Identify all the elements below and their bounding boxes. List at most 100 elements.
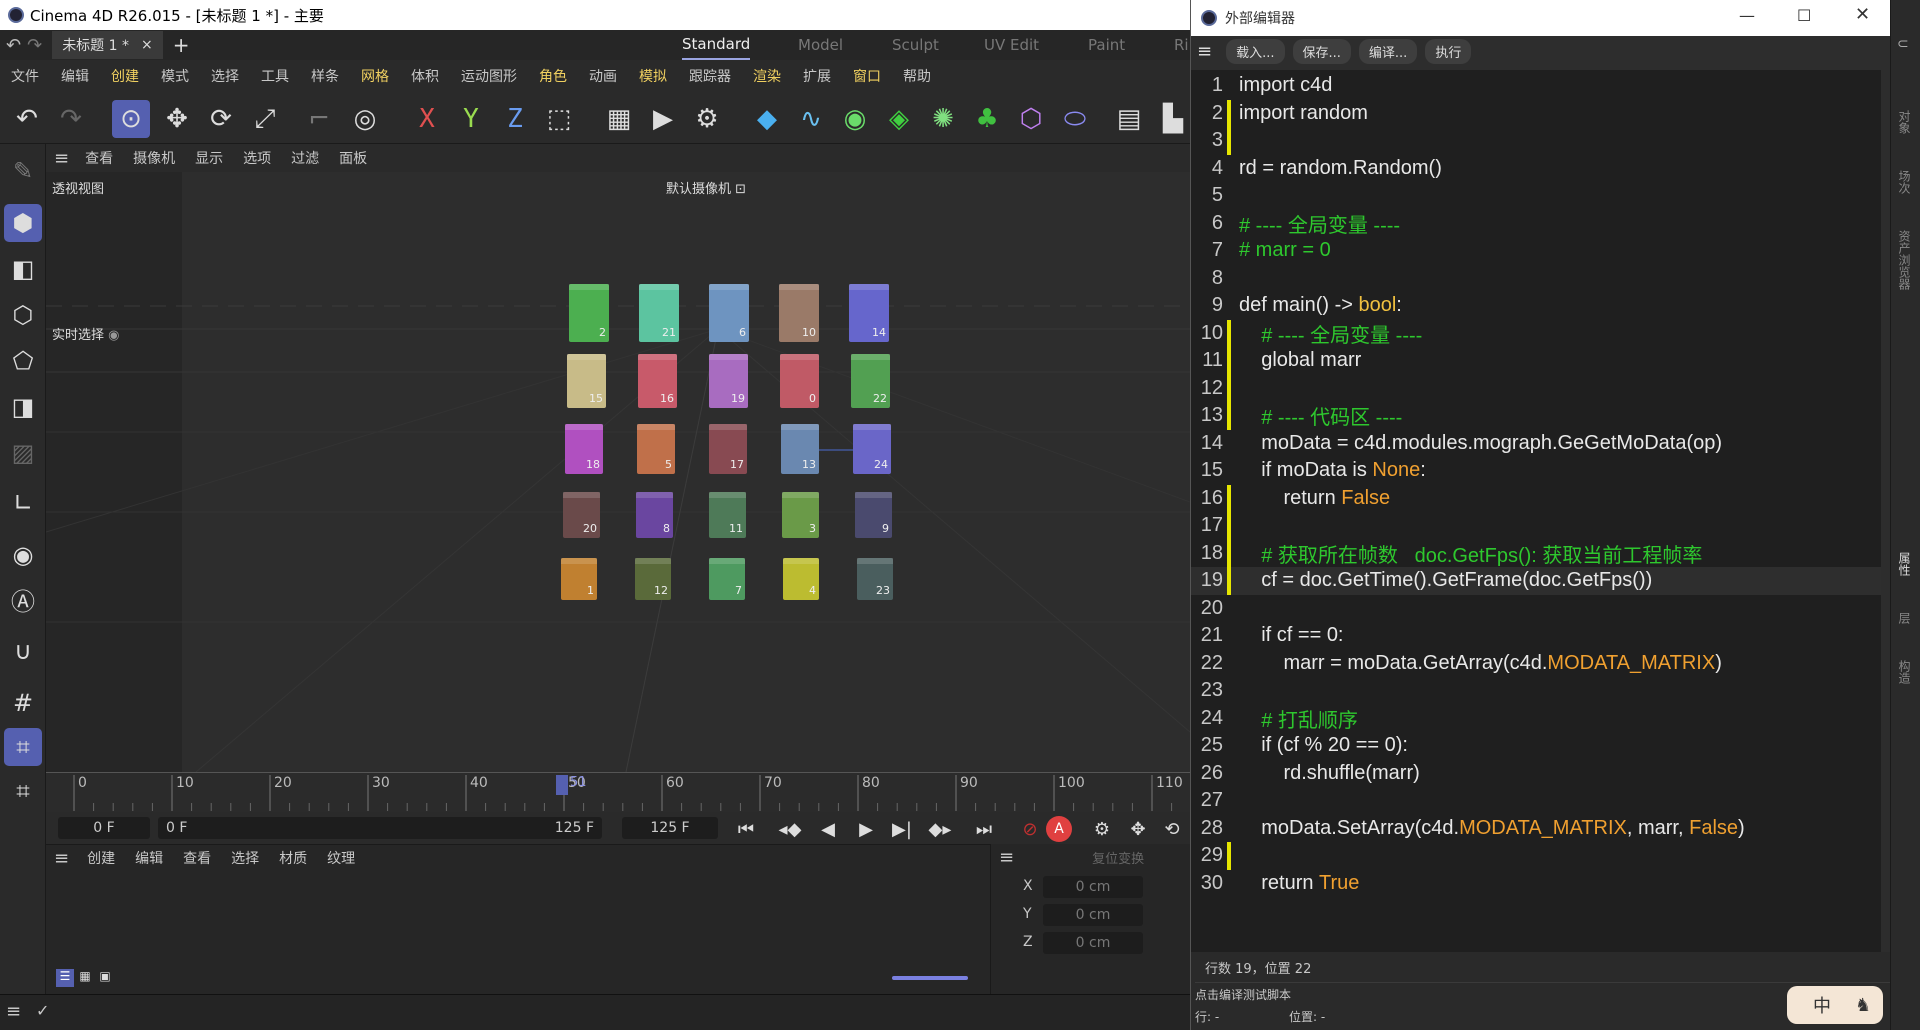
prev-keyframe-icon[interactable]: ◂◆ <box>776 816 804 842</box>
coord-value-field[interactable]: 0 cm <box>1043 904 1143 926</box>
z-axis-icon[interactable]: Z <box>496 100 534 138</box>
menu-item[interactable]: 样条 <box>300 66 350 86</box>
effector-icon[interactable]: ♣ <box>968 100 1006 138</box>
menu-item[interactable]: 角色 <box>528 66 578 86</box>
next-frame-icon[interactable]: ▶| <box>888 816 916 842</box>
keyframe-settings-icon[interactable]: ⚙ <box>1088 816 1116 842</box>
move-icon[interactable]: ✥ <box>158 100 196 138</box>
menu-item[interactable]: 网格 <box>350 66 400 86</box>
render-settings-icon[interactable]: ⚙ <box>688 100 726 138</box>
next-keyframe-icon[interactable]: ◆▸ <box>926 816 954 842</box>
menu-item[interactable]: 动画 <box>578 66 628 86</box>
x-axis-icon[interactable]: X <box>408 100 446 138</box>
editor-button[interactable]: 执行 <box>1425 38 1472 64</box>
start-frame-field[interactable]: 0 F <box>58 817 150 839</box>
code-line[interactable]: 27 <box>1191 787 1881 815</box>
right-panel-tab[interactable]: 构造 <box>1896 660 1913 684</box>
grid-snap-icon[interactable]: # <box>4 684 42 722</box>
play-icon[interactable]: ▶ <box>852 816 880 842</box>
right-panel-tab[interactable]: 对象 <box>1896 110 1913 134</box>
record-icon[interactable]: ⊘ <box>1016 816 1044 842</box>
editor-button[interactable]: 保存... <box>1292 38 1351 64</box>
code-line[interactable]: 2 import random <box>1191 99 1881 127</box>
zoom-slider[interactable] <box>892 976 968 980</box>
render-picture-viewer-icon[interactable]: ▶ <box>644 100 682 138</box>
undo-icon[interactable]: ↶ <box>8 100 46 138</box>
code-line[interactable]: 24 # 打乱顺序 <box>1191 705 1881 733</box>
code-line[interactable]: 23 <box>1191 677 1881 705</box>
code-line[interactable]: 21 if cf == 0: <box>1191 622 1881 650</box>
right-panel-tab[interactable]: 场次 <box>1896 170 1913 194</box>
code-line[interactable]: 14 moData = c4d.modules.mograph.GeGetMoD… <box>1191 430 1881 458</box>
frame-range-slider[interactable]: 0 F 125 F <box>158 817 602 839</box>
viewport-menu-item[interactable]: 面板 <box>329 148 377 168</box>
minimize-icon[interactable]: — <box>1739 6 1755 25</box>
close-window-icon[interactable]: ✕ <box>1855 4 1870 25</box>
menu-item[interactable]: 帮助 <box>892 66 942 86</box>
layout-tab[interactable]: Standard <box>682 30 751 60</box>
floor-grid-icon[interactable]: ▤ <box>1110 100 1148 138</box>
code-line[interactable]: 9 def main() -> bool: <box>1191 292 1881 320</box>
code-area[interactable]: 1 import c4d 2 import random 3 4 rd = random.R… <box>1191 70 1881 952</box>
extrude-icon[interactable]: ◈ <box>880 100 918 138</box>
material-menu-icon[interactable]: ≡ <box>46 848 77 869</box>
code-line[interactable]: 13 # ---- 代码区 ---- <box>1191 402 1881 430</box>
snap-icon[interactable]: ◎ <box>346 100 384 138</box>
code-line[interactable]: 12 <box>1191 374 1881 402</box>
viewport-menu-item[interactable]: 查看 <box>75 148 123 168</box>
right-panel-tab[interactable]: 属性 <box>1896 552 1913 576</box>
code-line[interactable]: 19 cf = doc.GetTime().GetFrame(doc.GetFp… <box>1191 567 1881 595</box>
world-coordinate-icon[interactable]: ⬚ <box>540 100 578 138</box>
code-line[interactable]: 6 # ---- 全局变量 ---- <box>1191 210 1881 238</box>
edge-mode-icon[interactable]: ⬠ <box>4 342 42 380</box>
menu-item[interactable]: 创建 <box>100 66 150 86</box>
axis-mode-icon[interactable]: ∟ <box>4 484 42 522</box>
coords-menu-icon[interactable]: ≡ <box>991 847 1022 868</box>
code-line[interactable]: 1 import c4d <box>1191 72 1881 100</box>
code-line[interactable]: 5 <box>1191 182 1881 210</box>
menu-item[interactable]: 选择 <box>200 66 250 86</box>
coord-value-field[interactable]: 0 cm <box>1043 876 1143 898</box>
code-line[interactable]: 16 return False <box>1191 484 1881 512</box>
code-line[interactable]: 11 global marr <box>1191 347 1881 375</box>
layout-tab[interactable]: Ri <box>1174 30 1189 60</box>
autokey-icon[interactable]: A <box>1046 816 1072 842</box>
point-mode-icon[interactable]: ⬡ <box>4 296 42 334</box>
subdivision-surface-icon[interactable]: ◉ <box>836 100 874 138</box>
material-menu-item[interactable]: 创建 <box>77 848 125 868</box>
menu-item[interactable]: 编辑 <box>50 66 100 86</box>
code-line[interactable]: 26 rd.shuffle(marr) <box>1191 760 1881 788</box>
code-line[interactable]: 15 if moData is None: <box>1191 457 1881 485</box>
axis-snap-icon[interactable]: ⌗ <box>4 772 42 810</box>
workplane-icon[interactable]: Ⓐ <box>4 580 42 618</box>
material-menu-item[interactable]: 材质 <box>269 848 317 868</box>
model-mode-icon[interactable]: ⬢ <box>4 204 42 242</box>
code-line[interactable]: 18 # 获取所在帧数 doc.GetFps(): 获取当前工程帧率 <box>1191 539 1881 567</box>
solo-icon[interactable]: ◉ <box>4 536 42 574</box>
viewport-menu-item[interactable]: 显示 <box>185 148 233 168</box>
editor-button[interactable]: 载入... <box>1226 38 1285 64</box>
viewport-menu-icon[interactable]: ≡ <box>46 148 75 169</box>
code-line[interactable]: 22 marr = moData.GetArray(c4d. MODATA_MAT… <box>1191 650 1881 678</box>
code-line[interactable]: 8 <box>1191 265 1881 293</box>
cloner-icon[interactable]: ✺ <box>924 100 962 138</box>
code-line[interactable]: 25 if (cf % 20 == 0): <box>1191 732 1881 760</box>
layout-tab[interactable]: Sculpt <box>892 30 939 60</box>
redo-icon[interactable]: ↷ <box>52 100 90 138</box>
editor-button[interactable]: 编译... <box>1358 38 1418 64</box>
field-icon[interactable]: ⬭ <box>1056 100 1094 138</box>
uv-mode-icon[interactable]: ▨ <box>4 434 42 472</box>
menu-item[interactable]: 运动图形 <box>450 66 528 86</box>
close-tab-icon[interactable]: × <box>141 37 153 53</box>
editor-menu-icon[interactable]: ≡ <box>1191 41 1226 62</box>
prev-frame-icon[interactable]: ◀ <box>814 816 842 842</box>
rotate-icon[interactable]: ⟳ <box>202 100 240 138</box>
perspective-viewport[interactable]: 透视视图 默认摄像机 ⊡ 实时选择 ◉ 2 21 6 10 14 15 16 19 0 22 18 5… <box>46 172 1190 772</box>
magnet-snap-icon[interactable]: ∪ <box>4 632 42 670</box>
layout-tab[interactable]: UV Edit <box>984 30 1039 60</box>
tag-icon[interactable]: ▙ <box>1154 100 1192 138</box>
document-tab[interactable]: 未标题 1 * × <box>52 31 163 59</box>
menu-item[interactable]: 体积 <box>400 66 450 86</box>
layout-tab[interactable]: Paint <box>1088 30 1125 60</box>
material-menu-item[interactable]: 编辑 <box>125 848 173 868</box>
